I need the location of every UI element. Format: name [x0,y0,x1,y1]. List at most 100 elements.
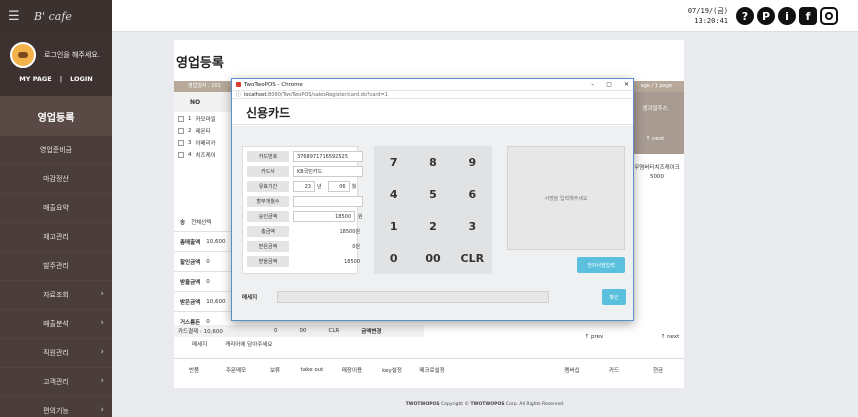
sidebar-item-data-lookup[interactable]: 자료조회 › [0,281,112,310]
table-row[interactable]: 4 치즈케이 [178,149,238,160]
address-bar[interactable]: ⓘ localhost:8090/TwoTwoPOS/salesRegister… [232,90,633,99]
key-clr[interactable]: CLR [453,242,492,274]
installment-field[interactable] [293,196,363,207]
key-2[interactable]: 2 [413,210,452,242]
sidebar-item-closing[interactable]: 마감정산 [0,165,112,194]
help-icon[interactable]: ? [736,7,754,25]
total-row: 총금액 18500원 [247,226,363,237]
year-unit: 년 [317,184,322,190]
message-field[interactable] [277,291,550,303]
row-checkbox[interactable] [178,115,184,122]
to-receive-value: 18500 [344,258,360,265]
key-3[interactable]: 3 [453,210,492,242]
total-value: 18500원 [339,229,360,235]
card-button[interactable]: 카드 [592,366,636,374]
signature-pad[interactable]: 서명을 입력해주세요 [507,146,625,250]
sidebar-item-label: 자료조회 [43,291,69,299]
sidebar-item-customers[interactable]: 고객관리 › [0,368,112,397]
card-company-field[interactable]: KB국민카드 [293,166,363,177]
row-checkbox[interactable] [178,139,184,146]
app-logo[interactable]: B' cafe [34,10,72,23]
expiry-year-field[interactable]: 23 [293,181,315,192]
chevron-right-icon: › [100,289,104,299]
menu-category-juice[interactable]: 생과일주스 [626,92,684,126]
card-number-field[interactable]: 3768971716592525 [293,151,363,162]
menu-next-button[interactable]: ↑ next [626,126,684,154]
received-value: 0원 [352,244,360,250]
instagram-icon[interactable] [820,7,838,25]
sidebar-item-sales-summary[interactable]: 매출요약 [0,194,112,223]
e-signature-button[interactable]: 전자서명입력 [577,257,625,273]
my-page-link[interactable]: MY PAGE [19,75,51,83]
key-9[interactable]: 9 [453,146,492,178]
hamburger-menu-icon[interactable]: ☰ [8,9,24,24]
change-amount-button[interactable]: 금액변경 [361,327,381,335]
membership-button[interactable]: 멤버십 [552,366,592,374]
key-8[interactable]: 8 [413,146,452,178]
row-checkbox[interactable] [178,151,184,158]
sidebar-item-orders[interactable]: 발주관리 [0,252,112,281]
info-icon[interactable]: i [778,7,796,25]
key-4[interactable]: 4 [374,178,413,210]
menu-item-name: 무염버터치즈케이크 [634,165,680,171]
confirm-button[interactable]: 확인 [602,289,626,305]
window-title-bar[interactable]: TwoTwoPOS - Chrome – ▢ ✕ [232,79,633,90]
key-5[interactable]: 5 [413,178,452,210]
expiry-month-field[interactable]: 06 [327,181,350,192]
table-row[interactable]: 2 레몬티 [178,125,238,136]
menu-item-cheesecake[interactable]: 무염버터치즈케이크 5000 [632,164,682,182]
key-00[interactable]: 00 [300,328,307,334]
minimize-icon[interactable]: – [591,81,594,88]
dine-in-button[interactable]: 매장이용 [332,366,372,374]
link-separator: | [59,75,63,83]
amount-keys: 0 00 CLR 금액변경 [274,325,381,337]
sidebar: 로그인을 해주세요. MY PAGE | LOGIN 영업등록 영업준비금 마감… [0,32,112,417]
key-0[interactable]: 0 [274,328,278,334]
cash-button[interactable]: 현금 [636,366,680,374]
chevron-right-icon: › [100,318,104,328]
hold-button[interactable]: 보류 [258,366,292,374]
table-row[interactable]: 3 아메리카 [178,137,238,148]
key-7[interactable]: 7 [374,146,413,178]
row-checkbox[interactable] [178,127,184,134]
approve-amount-field[interactable]: 18500 [293,211,355,222]
key-0[interactable]: 0 [374,242,413,274]
datetime-display: 07/19/(금) 13:20:41 [668,6,728,26]
select-all-button[interactable]: 전체선택 [191,218,211,226]
prev-button[interactable]: ↑ prev [574,334,614,340]
key-00[interactable]: 00 [413,242,452,274]
facebook-icon[interactable]: f [799,7,817,25]
maximize-icon[interactable]: ▢ [606,81,612,88]
next-button[interactable]: ↑ next [650,334,690,340]
sidebar-item-inventory[interactable]: 재고관리 [0,223,112,252]
key-1[interactable]: 1 [374,210,413,242]
summary-row: 송 전체선택 [174,212,234,232]
key-6[interactable]: 6 [453,178,492,210]
pos-icon[interactable]: P [757,7,775,25]
row-no: 1 [188,115,192,122]
app-icon [236,82,241,87]
login-message: 로그인을 해주세요. [44,51,100,59]
sidebar-item-utilities[interactable]: 편의기능 › [0,397,112,417]
table-row[interactable]: 1 카모마일 [178,113,238,124]
numeric-keypad: 7 8 9 4 5 6 1 2 3 0 00 CLR [374,146,492,274]
card-company-label: 카드사 [247,166,289,177]
sidebar-item-label: 영업준비금 [39,146,73,154]
order-memo-button[interactable]: 주문메모 [214,366,258,374]
sidebar-item-sales-analysis[interactable]: 매출분석 › [0,310,112,339]
summary-row: 총매출액 10,600 [174,232,234,252]
sidebar-item-label: 마감정산 [43,175,69,183]
key-settings-button[interactable]: key설정 [372,366,412,374]
summary-row: 받을금액 0 [174,272,234,292]
key-clr[interactable]: CLR [329,328,340,334]
to-receive-label: 받을금액 [247,256,289,267]
login-link[interactable]: LOGIN [70,75,93,83]
take-out-button[interactable]: take out [292,367,332,373]
close-icon[interactable]: ✕ [624,81,629,88]
return-button[interactable]: 반품 [174,366,214,374]
sidebar-item-opening-fund[interactable]: 영업준비금 [0,136,112,165]
macro-settings-button[interactable]: 메크로설정 [412,366,452,374]
sidebar-item-label: 고객관리 [43,378,69,386]
sidebar-item-staff[interactable]: 직원관리 › [0,339,112,368]
sidebar-item-sales-register[interactable]: 영업등록 [0,96,112,136]
